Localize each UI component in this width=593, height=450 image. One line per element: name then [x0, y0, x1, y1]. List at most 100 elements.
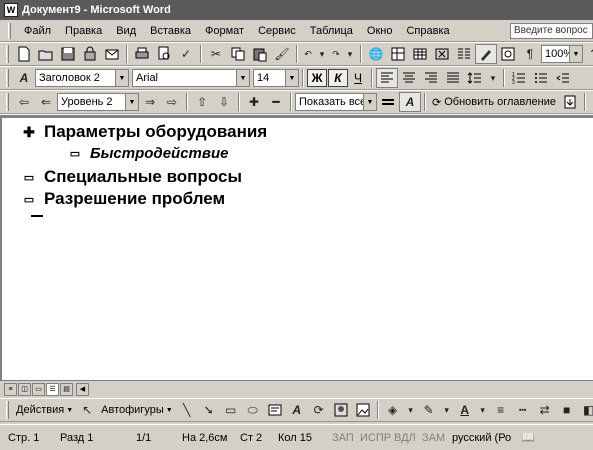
expand-icon[interactable]: ✚	[243, 92, 265, 112]
new-document-icon[interactable]	[13, 44, 35, 64]
tables-borders-icon[interactable]	[387, 44, 409, 64]
decrease-indent-icon[interactable]	[552, 68, 574, 88]
chevron-down-icon[interactable]: ▼	[115, 70, 128, 86]
outline-minus-icon[interactable]: ▭	[68, 147, 82, 160]
arrow-style-icon[interactable]: ⇄	[534, 400, 556, 420]
font-select[interactable]: Arial ▼	[132, 69, 250, 87]
print-icon[interactable]	[131, 44, 153, 64]
outline-level-select[interactable]: Уровень 2 ▼	[57, 93, 139, 111]
print-layout-icon[interactable]: ▭	[32, 382, 45, 396]
email-icon[interactable]	[101, 44, 123, 64]
chevron-down-icon[interactable]: ▼	[236, 70, 249, 86]
bold-button[interactable]: Ж	[307, 69, 327, 87]
line-style-icon[interactable]: ≡	[490, 400, 512, 420]
line-spacing-icon[interactable]	[464, 68, 486, 88]
numbering-icon[interactable]: 123	[508, 68, 530, 88]
word-app-icon[interactable]: W	[4, 3, 18, 17]
outline-heading[interactable]: ✚ Параметры оборудования	[22, 122, 267, 142]
chevron-down-icon[interactable]: ▾	[486, 68, 500, 88]
menu-view[interactable]: Вид	[109, 22, 143, 40]
status-language[interactable]: русский (Ро	[452, 429, 518, 447]
shadow-style-icon[interactable]: ■	[556, 400, 578, 420]
document-map-icon[interactable]	[497, 44, 519, 64]
promote-icon[interactable]: ⇐	[35, 92, 57, 112]
menu-file[interactable]: Файл	[17, 22, 58, 40]
insert-excel-icon[interactable]	[431, 44, 453, 64]
hyperlink-icon[interactable]: 🌐	[365, 44, 387, 64]
line-color-icon[interactable]: ✎	[418, 400, 440, 420]
diagram-icon[interactable]: ⟳	[308, 400, 330, 420]
paste-icon[interactable]	[249, 44, 271, 64]
toolbar-grip[interactable]	[6, 401, 9, 419]
drawing-icon[interactable]	[475, 44, 497, 64]
zoom-select[interactable]: 100% ▼	[541, 45, 583, 63]
menu-tools[interactable]: Сервис	[251, 22, 303, 40]
show-formatting-icon[interactable]: ¶	[519, 44, 541, 64]
spelling-icon[interactable]: ✓	[175, 44, 197, 64]
status-extend-selection[interactable]: ВДЛ	[394, 429, 422, 447]
master-document-view-icon[interactable]	[589, 92, 593, 112]
textbox-tool-icon[interactable]	[264, 400, 286, 420]
justify-icon[interactable]	[442, 68, 464, 88]
align-center-icon[interactable]	[398, 68, 420, 88]
outline-minus-icon[interactable]: ▭	[22, 171, 36, 184]
outline-heading[interactable]: ▭ Разрешение проблем	[22, 189, 225, 209]
outline-minus-icon[interactable]: ▭	[22, 193, 36, 206]
chevron-down-icon[interactable]: ▼	[363, 94, 376, 110]
select-objects-icon[interactable]: ↖	[76, 400, 98, 420]
style-select[interactable]: Заголовок 2 ▼	[35, 69, 129, 87]
demote-icon[interactable]: ⇒	[139, 92, 161, 112]
chevron-down-icon[interactable]: ▾	[404, 400, 418, 420]
outline-subheading[interactable]: ▭ Быстродействие	[68, 145, 229, 162]
chevron-down-icon[interactable]: ▼	[285, 70, 298, 86]
columns-icon[interactable]	[453, 44, 475, 64]
save-icon[interactable]	[57, 44, 79, 64]
web-view-icon[interactable]: ◫	[18, 382, 31, 396]
clip-art-icon[interactable]	[330, 400, 352, 420]
open-folder-icon[interactable]	[35, 44, 57, 64]
copy-icon[interactable]	[227, 44, 249, 64]
status-track-changes[interactable]: ИСПР	[360, 429, 394, 447]
undo-icon[interactable]: ↶	[301, 44, 315, 64]
normal-view-icon[interactable]: ≡	[4, 382, 17, 396]
outline-view-icon[interactable]: ☰	[46, 382, 59, 396]
menu-table[interactable]: Таблица	[303, 22, 360, 40]
permission-icon[interactable]	[79, 44, 101, 64]
help-icon[interactable]: ?	[583, 44, 593, 64]
align-left-icon[interactable]	[376, 68, 398, 88]
insert-table-icon[interactable]	[409, 44, 431, 64]
undo-dropdown-icon[interactable]: ▾	[315, 44, 329, 64]
demote-to-body-icon[interactable]: ⇨	[161, 92, 183, 112]
styles-formatting-icon[interactable]: A	[13, 68, 35, 88]
3d-style-icon[interactable]: ◧	[578, 400, 593, 420]
go-to-toc-icon[interactable]	[559, 92, 581, 112]
underline-button[interactable]: Ч	[348, 69, 368, 87]
show-formatting-outline-icon[interactable]: A	[399, 92, 421, 112]
toolbar-grip[interactable]	[6, 93, 9, 111]
menubar-grip[interactable]	[8, 22, 11, 39]
rectangle-tool-icon[interactable]: ▭	[220, 400, 242, 420]
toolbar-grip[interactable]	[6, 69, 9, 87]
italic-button[interactable]: К	[328, 69, 348, 87]
spelling-status-icon[interactable]: 📖	[518, 429, 538, 447]
menu-format[interactable]: Формат	[198, 22, 251, 40]
insert-picture-icon[interactable]	[352, 400, 374, 420]
menu-insert[interactable]: Вставка	[143, 22, 198, 40]
status-record-macro[interactable]: ЗАП	[332, 429, 360, 447]
draw-actions-menu[interactable]: Действия ▼	[13, 400, 76, 420]
font-color-icon[interactable]: A	[454, 400, 476, 420]
chevron-down-icon[interactable]: ▼	[569, 46, 582, 62]
ask-question-input[interactable]: Введите вопрос	[510, 23, 593, 39]
oval-tool-icon[interactable]: ⬭	[242, 400, 264, 420]
line-tool-icon[interactable]: ╲	[176, 400, 198, 420]
move-down-icon[interactable]: ⇩	[213, 92, 235, 112]
reading-view-icon[interactable]: ▤	[60, 382, 73, 396]
toolbar-grip[interactable]	[6, 45, 9, 63]
menu-window[interactable]: Окно	[360, 22, 400, 40]
show-first-line-only-icon[interactable]	[377, 92, 399, 112]
cut-icon[interactable]: ✂	[205, 44, 227, 64]
outline-heading[interactable]: ▭ Специальные вопросы	[22, 167, 242, 187]
document-area[interactable]: ✚ Параметры оборудования ▭ Быстродействи…	[0, 118, 593, 380]
chevron-down-icon[interactable]: ▾	[476, 400, 490, 420]
show-level-select[interactable]: Показать все ▼	[295, 93, 377, 111]
